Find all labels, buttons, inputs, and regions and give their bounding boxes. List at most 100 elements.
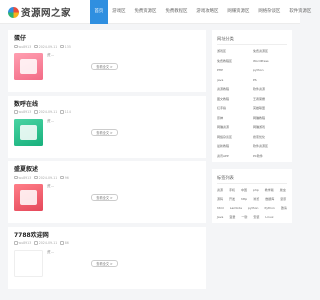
post-card: 数呼在线 wu8913 2024-09-11 114 资... 查看全文 > [8,95,206,158]
category-link[interactable]: 最新教程 [217,144,251,148]
user-icon [14,175,18,180]
tag-link[interactable]: 源码 [217,197,223,201]
category-link[interactable]: 红手指 [217,106,251,110]
site-logo-text: 资源网之家 [21,8,72,19]
site-logo[interactable]: 资源网之家 [8,5,71,19]
views: 96 [64,175,69,180]
read-more-button[interactable]: 查看全文 > [91,259,118,267]
tag-link[interactable]: 教学版 [265,188,274,192]
category-link[interactable]: 网赚游戏 [253,125,287,129]
date-label: 2024-09-11 [34,110,57,114]
category-link[interactable]: 软件资源 [253,87,287,91]
category-link[interactable]: 原神 [217,116,251,120]
post-thumbnail[interactable] [14,118,43,146]
tag-link[interactable]: 手机 [229,188,235,192]
date: 2024-09-11 [38,241,58,245]
date-label: 2024-09-11 [34,241,57,245]
tag-list: 资源 手机 中国 php 教学版 爬虫源码 开发 http 浏览 数据库 复原 html Lambda p… [217,188,287,219]
tag-link[interactable]: 爬虫 [280,188,286,192]
views: 135 [64,44,71,49]
post-meta: wu8913 2024-09-11 86 [14,240,200,247]
category-widget: 网址分类 游戏区 免费资源区免费教程区 WordPress PHP python java… [212,30,292,162]
category-link[interactable]: 搜索优化 [253,135,287,139]
category-link[interactable]: 王者荣耀 [253,97,287,101]
tag-link[interactable]: Linux [265,215,273,219]
category-link[interactable]: python [253,68,287,72]
post-thumbnail[interactable] [14,53,43,80]
post-meta: wu8913 2024-09-11 96 [14,174,200,181]
tag-link[interactable]: 开发 [229,197,235,201]
post-thumbnail[interactable] [14,249,43,277]
tag-link[interactable]: Lambda [230,206,242,210]
category-link[interactable]: PS [253,78,287,82]
category-link[interactable]: 游戏区 [217,49,251,53]
thumbnail-art [20,190,37,205]
date-label: 2024-09-11 [34,45,57,49]
read-more-button[interactable]: 查看全文 > [91,194,118,201]
category-link[interactable]: 软件资源区 [253,144,287,148]
tag-link[interactable]: Java [217,215,223,219]
nav-item[interactable]: 网赚资源区 [223,0,254,24]
nav-item[interactable]: 软件资源区 [285,0,316,24]
tag-link[interactable]: 中国 [241,188,247,192]
read-more-button[interactable]: 查看全文 > [91,128,118,136]
tag-link[interactable]: 邀请 [281,206,287,210]
category-link[interactable]: 免费资源区 [253,49,287,53]
post-title[interactable]: 数呼在线 [14,100,200,109]
category-link[interactable]: WordPress [253,59,287,63]
clock-icon [34,44,38,49]
tag-link[interactable]: 一键 [241,215,247,219]
category-link[interactable]: 资源教程 [217,87,251,91]
category-link[interactable]: PC软件 [253,154,287,158]
post-body: 资... 查看全文 > [14,184,200,211]
category-link[interactable]: java [217,78,251,82]
post-meta: wu8913 2024-09-11 135 [14,43,200,50]
post-title[interactable]: 蛋仔 [14,34,200,43]
tag-link[interactable]: 数据库 [265,197,274,201]
nav-item[interactable]: 游戏区 [108,0,130,24]
user-icon [14,44,18,49]
post-title[interactable]: 盛夏叙述 [14,165,200,174]
post-thumbnail[interactable] [14,184,43,211]
tag-link[interactable]: python [248,206,259,210]
date: 2024-09-11 [38,44,58,49]
excerpt-text: 资... [47,249,55,254]
post-body: 资... 查看全文 > [14,53,200,80]
date-label: 2024-09-11 [34,176,57,180]
category-link[interactable]: 图文教程 [217,97,251,101]
tag-link[interactable]: Python [264,206,274,210]
author: wu8913 [18,44,32,49]
post-excerpt: 资... 查看全文 > [47,250,197,277]
tag-link[interactable]: 变量 [229,215,235,219]
category-link[interactable]: 网络杂谈区 [217,135,251,139]
tag-link[interactable]: php [253,188,259,192]
eye-icon [60,110,64,114]
category-link[interactable]: 英雄联盟 [253,106,287,110]
views: 86 [64,241,69,245]
category-link[interactable]: 免费教程区 [217,59,251,63]
category-link[interactable]: 网赚教程 [253,116,287,120]
tag-link[interactable]: 浏览 [253,197,259,201]
tag-link[interactable]: 安装 [253,215,259,219]
nav-item[interactable]: 免费教程区 [161,0,192,24]
excerpt-text: 资... [47,184,55,188]
tag-link[interactable]: 复原 [280,197,286,201]
nav-item[interactable]: 免费资源区 [130,0,161,24]
nav-item[interactable]: 游戏攻略区 [192,0,223,24]
category-link[interactable]: PHP [217,68,251,72]
tag-link[interactable]: http [241,197,247,201]
category-link[interactable]: 网赚资源 [217,125,251,129]
eye-icon [60,44,64,49]
category-link[interactable]: 资讯APP [217,154,251,158]
category-widget-title: 网址分类 [217,34,287,45]
tag-link[interactable]: 资源 [217,188,223,192]
thumbnail-art [21,256,38,272]
tag-link[interactable]: html [217,206,224,210]
views-label: 114 [60,110,71,114]
nav-item[interactable]: 首页 [90,0,108,24]
post-card: 蛋仔 wu8913 2024-09-11 135 资... 查看全文 > [8,30,206,92]
nav-item[interactable]: 网络杂谈区 [254,0,285,24]
read-more-button[interactable]: 查看全文 > [91,63,118,70]
post-title[interactable]: 7788欢迎网 [14,231,200,240]
tag-widget: 标签列表 资源 手机 中国 php 教学版 爬虫 源码 开发 http 浏览 数据库 复原 html La… [212,168,292,223]
